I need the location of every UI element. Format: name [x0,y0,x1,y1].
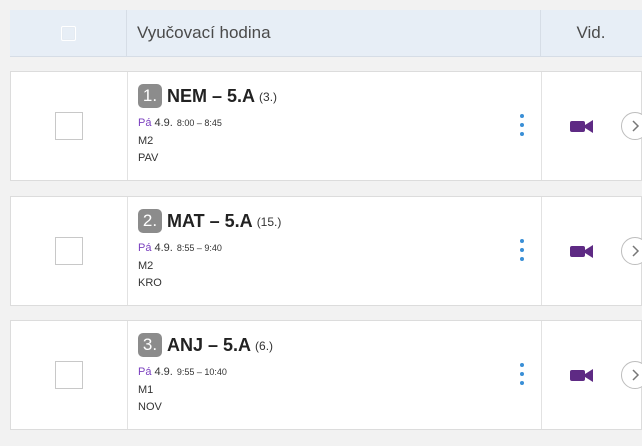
kebab-menu-icon[interactable] [519,114,525,136]
open-lesson-button[interactable] [621,361,642,389]
lesson-count: (15.) [256,215,282,229]
row-select-cell [11,72,128,180]
table-header: Vyučovací hodina Vid. [10,10,642,57]
lesson-day: Pá [138,117,152,129]
row-checkbox[interactable] [55,361,83,389]
lesson-date: 4.9. [154,242,173,254]
lesson-number-badge: 2. [138,209,162,233]
lesson-room: M2 [138,260,154,272]
chevron-right-icon [632,120,640,132]
lesson-time: 8:00 – 8:45 [176,118,222,128]
lesson-day: Pá [138,366,152,378]
lesson-date: 4.9. [154,117,173,129]
lesson-subject: NEM – 5.A [167,85,256,106]
table-row: 3. ANJ – 5.A (6.) Pá 4.9. 9:55 – 10:40 M1 … [10,320,642,430]
open-lesson-button[interactable] [621,237,642,265]
video-cell [541,72,642,180]
lesson-cell[interactable]: 2. MAT – 5.A (15.) Pá 4.9. 8:55 – 9:40 M2 … [127,197,542,305]
lesson-teacher: KRO [138,277,162,289]
lesson-teacher: NOV [138,401,162,413]
lesson-time: 8:55 – 9:40 [176,243,222,253]
lesson-number-badge: 1. [138,84,162,108]
video-camera-icon[interactable] [569,366,595,384]
header-video: Vid. [540,10,642,56]
header-video-label: Vid. [576,23,606,42]
lesson-teacher: PAV [138,152,159,164]
lesson-subject: ANJ – 5.A [167,334,252,355]
kebab-menu-icon[interactable] [519,363,525,385]
lesson-subject: MAT – 5.A [167,210,253,231]
lesson-count: (6.) [255,339,274,353]
lesson-when: Pá 4.9. 8:55 – 9:40 [138,242,222,254]
header-lesson-label: Vyučovací hodina [137,23,271,42]
row-checkbox[interactable] [55,112,83,140]
lesson-room: M2 [138,135,154,147]
open-lesson-button[interactable] [621,112,642,140]
row-select-cell [11,197,128,305]
lesson-room: M1 [138,384,154,396]
video-camera-icon[interactable] [569,242,595,260]
kebab-menu-icon[interactable] [519,239,525,261]
lesson-time: 9:55 – 10:40 [176,367,227,377]
table-row: 2. MAT – 5.A (15.) Pá 4.9. 8:55 – 9:40 M2 … [10,196,642,306]
lesson-count: (3.) [259,90,278,104]
video-cell [541,321,642,429]
lesson-date: 4.9. [154,366,173,378]
lesson-cell[interactable]: 1. NEM – 5.A (3.) Pá 4.9. 8:00 – 8:45 M2 P… [127,72,542,180]
lesson-cell[interactable]: 3. ANJ – 5.A (6.) Pá 4.9. 9:55 – 10:40 M1 … [127,321,542,429]
video-camera-icon[interactable] [569,117,595,135]
chevron-right-icon [632,369,640,381]
lesson-number-badge: 3. [138,333,162,357]
row-checkbox[interactable] [55,237,83,265]
row-select-cell [11,321,128,429]
select-all-cell [10,10,127,56]
lesson-day: Pá [138,242,152,254]
header-lesson: Vyučovací hodina [126,10,541,56]
lesson-when: Pá 4.9. 8:00 – 8:45 [138,117,222,129]
table-row: 1. NEM – 5.A (3.) Pá 4.9. 8:00 – 8:45 M2 P… [10,71,642,181]
chevron-right-icon [632,245,640,257]
lesson-when: Pá 4.9. 9:55 – 10:40 [138,366,227,378]
select-all-checkbox[interactable] [60,25,76,41]
video-cell [541,197,642,305]
